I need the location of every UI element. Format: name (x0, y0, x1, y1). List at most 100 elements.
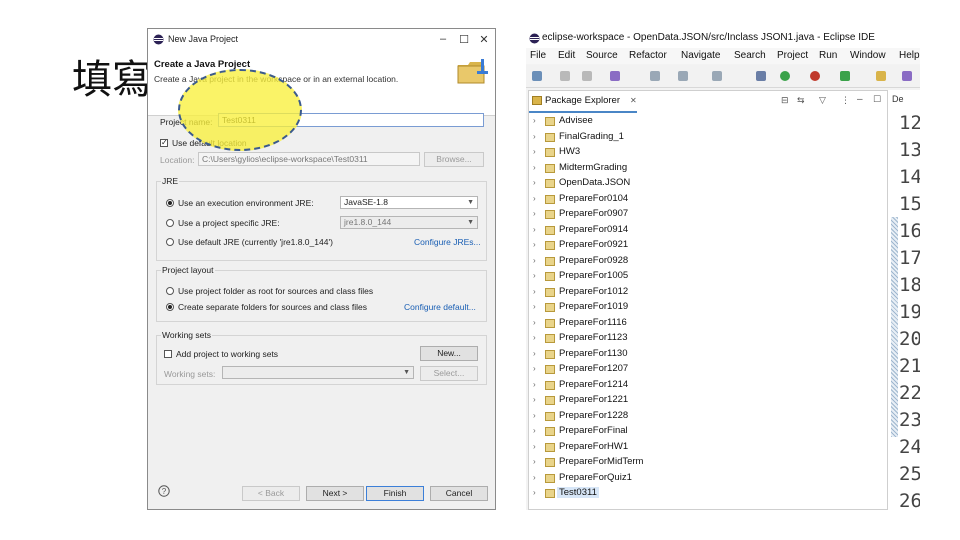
bug-icon[interactable] (756, 71, 766, 81)
project-name: FinalGrading_1 (559, 130, 624, 142)
radio-execution-env[interactable] (166, 199, 174, 207)
debug-toggle-icon[interactable] (650, 71, 660, 81)
radio-default-jre[interactable] (166, 238, 174, 246)
close-icon[interactable]: ✕ (630, 96, 637, 105)
menu-refactor[interactable]: Refactor (629, 50, 667, 61)
new-working-set-button[interactable]: New... (420, 346, 478, 361)
menu-search[interactable]: Search (734, 50, 766, 61)
maximize-icon[interactable]: ☐ (873, 94, 881, 105)
radio-project-specific-jre[interactable] (166, 219, 174, 227)
line-number: 24 (899, 436, 920, 458)
menu-navigate[interactable]: Navigate (681, 50, 720, 61)
skip-icon[interactable] (712, 71, 722, 81)
project-folder-icon (545, 427, 555, 436)
package-explorer-tab[interactable]: Package Explorer ✕ (529, 91, 637, 113)
external-tools-icon[interactable] (810, 71, 820, 81)
minimize-icon[interactable]: – (857, 94, 863, 105)
view-menu-icon[interactable]: ⋮ (841, 95, 850, 106)
chevron-right-icon: › (533, 395, 536, 404)
filter-icon[interactable]: ▽ (819, 95, 826, 106)
project-folder-icon (545, 334, 555, 343)
project-name: PrepareFor0907 (559, 208, 629, 219)
browse-button[interactable]: Browse... (424, 152, 484, 167)
project-name: PrepareFor0104 (559, 192, 629, 204)
project-name: PrepareForFinal (559, 425, 628, 436)
new-java-class-icon[interactable] (840, 71, 850, 81)
package-explorer-panel: Package Explorer ✕ ⊟ ⇆ ▽ ⋮ – ☐ › Advisee … (528, 90, 888, 510)
project-name: PrepareForHW1 (559, 440, 629, 452)
chevron-down-icon: ▼ (467, 219, 474, 226)
dialog-title: New Java Project (168, 34, 239, 44)
search-icon[interactable] (902, 71, 912, 81)
configure-default-link[interactable]: Configure default... (404, 302, 476, 312)
run-icon[interactable] (780, 71, 790, 81)
chevron-right-icon: › (533, 426, 536, 435)
highlight-circle (178, 69, 302, 151)
project-layout-group-title: Project layout (161, 265, 215, 275)
ide-titlebar: eclipse-workspace - OpenData.JSON/src/In… (526, 28, 920, 48)
back-button[interactable]: < Back (242, 486, 300, 501)
project-folder-icon (545, 380, 555, 390)
radio-folder-as-root[interactable] (166, 287, 174, 295)
save-all-icon[interactable] (582, 71, 592, 81)
save-icon[interactable] (560, 71, 570, 81)
project-name: PrepareFor1228 (559, 409, 629, 421)
chevron-right-icon: › (533, 224, 536, 234)
project-name: MidtermGrading (559, 161, 628, 173)
execution-env-value: JavaSE-1.8 (344, 197, 388, 207)
maximize-icon[interactable]: ☐ (457, 33, 471, 46)
eclipse-icon (529, 33, 540, 44)
next-button[interactable]: Next > (306, 486, 364, 501)
location-input[interactable]: C:\Users\gylios\eclipse-workspace\Test03… (198, 152, 420, 166)
menu-file[interactable]: File (530, 50, 546, 61)
menu-window[interactable]: Window (850, 50, 886, 61)
menu-source[interactable]: Source (586, 50, 618, 61)
step-icon[interactable] (678, 71, 688, 81)
line-number: 20 (899, 328, 920, 350)
project-name: PrepareForMidTerm (559, 456, 644, 467)
overview-ruler (891, 217, 898, 437)
java-icon[interactable] (610, 71, 620, 81)
chevron-right-icon: › (533, 162, 536, 172)
chevron-down-icon: ▼ (403, 369, 410, 376)
use-default-location-checkbox[interactable]: ✓ (160, 139, 168, 147)
configure-jres-link[interactable]: Configure JREs... (414, 237, 481, 247)
new-icon[interactable] (532, 71, 542, 81)
menu-help[interactable]: Help (899, 50, 920, 61)
link-editor-icon[interactable]: ⇆ (797, 95, 805, 106)
select-working-sets-button[interactable]: Select... (420, 366, 478, 381)
cancel-button[interactable]: Cancel (430, 486, 488, 501)
menu-edit[interactable]: Edit (558, 50, 575, 61)
project-name: PrepareFor0914 (559, 223, 629, 235)
project-folder-icon (545, 194, 555, 204)
project-folder-icon (545, 458, 555, 467)
chevron-right-icon: › (533, 488, 536, 497)
editor-tab[interactable]: De (892, 94, 904, 104)
open-type-icon[interactable] (876, 71, 886, 81)
package-explorer-title: Package Explorer (545, 95, 620, 106)
chevron-right-icon: › (533, 457, 536, 466)
add-to-working-sets-checkbox[interactable] (164, 350, 172, 358)
project-folder-icon (545, 148, 555, 157)
chevron-right-icon: › (533, 271, 536, 280)
close-icon[interactable]: ✕ (477, 33, 491, 46)
working-sets-select[interactable]: ▼ (222, 366, 414, 379)
menu-project[interactable]: Project (777, 50, 808, 61)
chevron-right-icon: › (533, 302, 536, 311)
radio-separate-folders[interactable] (166, 303, 174, 311)
help-icon[interactable]: ? (158, 485, 170, 497)
line-number: 18 (899, 274, 920, 296)
chevron-right-icon: › (533, 333, 536, 342)
line-number: 21 (899, 355, 920, 377)
minimize-icon[interactable]: – (436, 33, 450, 45)
working-sets-label: Working sets: (164, 369, 216, 379)
finish-button[interactable]: Finish (366, 486, 424, 501)
menu-run[interactable]: Run (819, 50, 837, 61)
project-folder-icon (545, 179, 555, 188)
line-number: 23 (899, 409, 920, 431)
execution-env-select[interactable]: JavaSE-1.8 ▼ (340, 196, 478, 209)
execution-env-label: Use an execution environment JRE: (178, 198, 314, 208)
collapse-all-icon[interactable]: ⊟ (781, 95, 789, 106)
project-specific-jre-select[interactable]: jre1.8.0_144 ▼ (340, 216, 478, 229)
line-number: 22 (899, 382, 920, 404)
